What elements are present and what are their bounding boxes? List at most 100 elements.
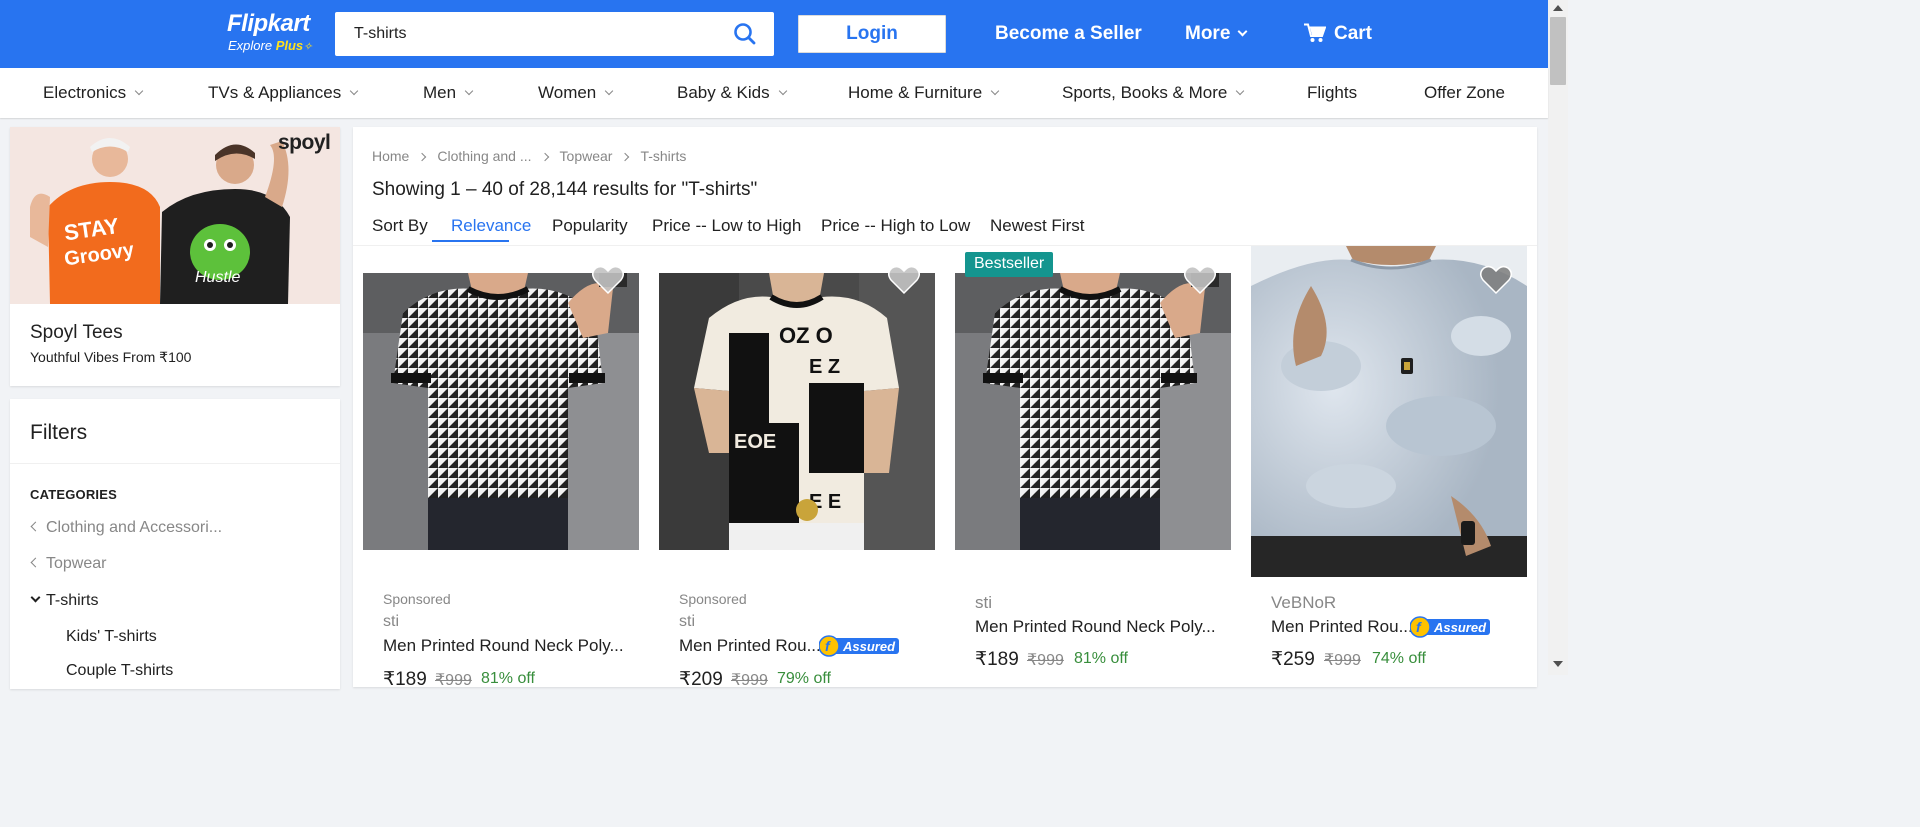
heart-icon[interactable] [887, 264, 921, 296]
scroll-up-arrow-icon[interactable] [1553, 5, 1563, 11]
results-panel: Home Clothing and ... Topwear T-shirts Show… [353, 127, 1537, 690]
nav-men[interactable]: Men [423, 82, 474, 104]
chevron-down-icon [990, 86, 1000, 96]
breadcrumb-clothing[interactable]: Clothing and ... [437, 148, 531, 164]
tshirt-houndstooth-image [955, 273, 1231, 550]
category-topwear[interactable]: Topwear [30, 555, 106, 573]
sort-newest[interactable]: Newest First [990, 216, 1084, 236]
promo-banner[interactable]: STAY Groovy Hustle spoyl Spoyl Tees Yout… [10, 127, 340, 386]
search-input[interactable] [343, 18, 723, 50]
heart-icon[interactable] [1479, 264, 1513, 296]
scroll-thumb[interactable] [1550, 17, 1566, 85]
product-discount: 81% off [1074, 650, 1128, 667]
sort-popularity[interactable]: Popularity [552, 216, 628, 236]
sort-label: Sort By [372, 216, 428, 235]
product-mrp: ₹999 [1324, 652, 1361, 669]
nav-label: Electronics [43, 83, 127, 102]
sort-relevance[interactable]: Relevance [451, 216, 531, 236]
nav-offer-zone[interactable]: Offer Zone [1424, 82, 1505, 104]
product-name[interactable]: Men Printed Rou... [1271, 617, 1413, 637]
scroll-down-arrow-icon[interactable] [1553, 661, 1563, 667]
explore-text: Explore [228, 38, 273, 53]
nav-label: TVs & Appliances [208, 83, 342, 102]
product-name[interactable]: Men Printed Round Neck Poly... [975, 617, 1216, 637]
category-couple-tshirts[interactable]: Couple T-shirts [66, 662, 173, 680]
login-button[interactable]: Login [798, 15, 946, 53]
flipkart-logo[interactable]: Flipkart Explore Plus✧ [227, 10, 323, 56]
breadcrumb-topwear[interactable]: Topwear [560, 148, 613, 164]
chevron-down-icon [1236, 86, 1245, 96]
chevron-right-icon [540, 152, 549, 162]
divider [10, 463, 340, 464]
svg-text:EOE: EOE [734, 431, 776, 453]
nav-electronics[interactable]: Electronics [43, 82, 144, 104]
more-label: More [1185, 23, 1231, 44]
sponsored-label: Sponsored [383, 591, 451, 607]
sponsored-label: Sponsored [679, 591, 747, 607]
nav-label: Men [423, 83, 457, 102]
product-discount: 81% off [481, 670, 535, 687]
product-card[interactable]: Sponsored sti Men Printed Round Neck Pol… [353, 246, 649, 690]
categories-heading: CATEGORIES [30, 487, 117, 502]
cart-link[interactable]: Cart [1304, 20, 1372, 48]
active-sort-indicator [432, 240, 509, 242]
results-count: Showing 1 – 40 of 28,144 results for "T-… [372, 179, 758, 200]
nav-sports-books[interactable]: Sports, Books & More [1062, 82, 1245, 104]
chevron-down-icon [134, 86, 144, 96]
cart-label: Cart [1334, 23, 1373, 44]
assured-label: Assured [1433, 620, 1487, 635]
search-button[interactable] [724, 12, 766, 56]
chevron-right-icon [418, 152, 427, 162]
product-card[interactable]: OZ O E Z EOE E E Sponsored sti Men Print… [649, 246, 945, 690]
product-name[interactable]: Men Printed Rou... [679, 636, 821, 656]
top-header: Flipkart Explore Plus✧ Login Become a Se… [0, 0, 1548, 68]
filters-panel: Filters CATEGORIES Clothing and Accessor… [10, 399, 340, 689]
tshirt-houndstooth-image [363, 273, 639, 550]
product-price: ₹259 [1271, 649, 1315, 670]
product-card[interactable]: VeBNoR Men Printed Rou... f Assured ₹259… [1241, 246, 1537, 687]
nav-flights[interactable]: Flights [1307, 82, 1357, 104]
svg-text:Hustle: Hustle [195, 269, 240, 286]
heart-icon[interactable] [1183, 264, 1217, 296]
product-brand: VeBNoR [1271, 593, 1337, 612]
become-seller-link[interactable]: Become a Seller [995, 20, 1142, 48]
product-mrp: ₹999 [435, 672, 472, 689]
category-tshirts[interactable]: T-shirts [30, 592, 98, 610]
nav-women[interactable]: Women [538, 82, 614, 104]
nav-home-furniture[interactable]: Home & Furniture [848, 82, 1000, 104]
product-brand: sti [383, 613, 399, 630]
chevron-right-icon [621, 152, 630, 162]
product-name[interactable]: Men Printed Round Neck Poly... [383, 636, 624, 656]
banner-subtitle: Youthful Vibes From ₹100 [30, 349, 192, 365]
more-menu[interactable]: More [1185, 20, 1248, 48]
sort-price-high-low[interactable]: Price -- High to Low [821, 216, 970, 236]
product-brand: sti [975, 593, 992, 612]
nav-baby-kids[interactable]: Baby & Kids [677, 82, 787, 104]
product-card[interactable]: sti Men Printed Round Neck Poly... ₹189 … [945, 246, 1241, 687]
chevron-down-icon [30, 592, 41, 603]
chevron-down-icon [464, 86, 474, 96]
category-label: Clothing and Accessori... [46, 519, 223, 536]
product-price: ₹189 [383, 669, 427, 690]
logo-text: Flipkart [227, 10, 310, 37]
sort-price-low-high[interactable]: Price -- Low to High [652, 216, 801, 236]
product-image[interactable] [363, 273, 639, 550]
product-image[interactable]: OZ O E Z EOE E E [659, 273, 935, 550]
category-label: T-shirts [46, 592, 99, 609]
category-kids-tshirts[interactable]: Kids' T-shirts [66, 628, 157, 646]
banner-title: Spoyl Tees [30, 322, 123, 343]
product-image[interactable] [955, 273, 1231, 550]
nav-tvs-appliances[interactable]: TVs & Appliances [208, 82, 359, 104]
tshirt-letterprint-image: OZ O E Z EOE E E [659, 273, 935, 550]
search-icon [734, 23, 756, 45]
page-scrollbar[interactable] [1548, 0, 1568, 675]
category-clothing[interactable]: Clothing and Accessori... [30, 519, 222, 537]
cart-icon [1304, 23, 1326, 42]
search-bar [335, 12, 774, 56]
breadcrumb-tshirts[interactable]: T-shirts [640, 148, 686, 164]
heart-icon[interactable] [591, 264, 625, 296]
flipkart-assured-badge: f Assured [1410, 616, 1490, 638]
explore-plus-link[interactable]: Explore Plus✧ [228, 38, 312, 55]
nav-label: Women [538, 83, 597, 102]
breadcrumb-home[interactable]: Home [372, 148, 409, 164]
